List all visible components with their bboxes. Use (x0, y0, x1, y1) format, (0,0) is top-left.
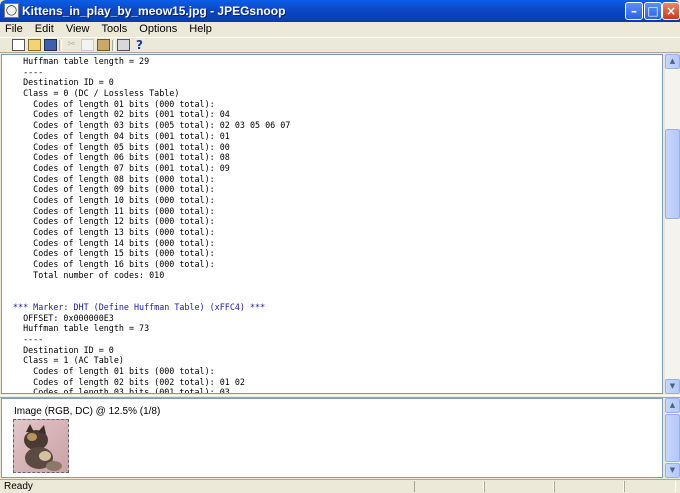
log-line: OFFSET: 0x000000E3 (13, 312, 114, 323)
status-bar: Ready (0, 479, 680, 493)
status-panel (484, 481, 554, 492)
status-panel (624, 481, 676, 492)
log-line: Class = 1 (AC Table) (13, 355, 124, 366)
status-panel (414, 481, 484, 492)
log-line: Codes of length 11 bits (000 total): (13, 205, 215, 216)
log-line: Codes of length 02 bits (002 total): 01 … (13, 376, 245, 387)
log-line: Codes of length 05 bits (001 total): 00 (13, 141, 230, 152)
log-line: Huffman table length = 29 (13, 56, 150, 66)
new-file-icon[interactable] (12, 39, 25, 51)
image-pane-scrollbar[interactable]: ▲ ▼ (664, 398, 680, 478)
kitten-photo (24, 424, 62, 471)
open-folder-icon[interactable] (28, 39, 41, 51)
menu-view[interactable]: View (61, 22, 94, 35)
window-title: Kittens_in_play_by_meow15.jpg - JPEGsnoo… (22, 4, 286, 18)
scroll-thumb[interactable] (665, 414, 680, 462)
menu-options[interactable]: Options (134, 22, 181, 35)
menu-tools[interactable]: Tools (97, 22, 132, 35)
log-line: Codes of length 14 bits (000 total): (13, 237, 215, 248)
log-line: Codes of length 16 bits (000 total): (13, 259, 215, 270)
scroll-down-arrow-icon[interactable]: ▼ (665, 379, 680, 394)
toolbar: ✂ ? (0, 37, 680, 53)
menu-edit[interactable]: Edit (30, 22, 58, 35)
log-line: Codes of length 15 bits (000 total): (13, 248, 215, 259)
print-icon[interactable] (117, 39, 130, 51)
scroll-down-arrow-icon[interactable]: ▼ (665, 463, 680, 478)
image-thumbnail[interactable] (13, 419, 69, 473)
toolbar-separator (59, 40, 62, 51)
log-line: Codes of length 06 bits (001 total): 08 (13, 152, 230, 163)
cut-icon[interactable]: ✂ (65, 39, 78, 51)
maximize-button[interactable]: □ (644, 2, 662, 20)
minimize-button[interactable]: – (625, 2, 643, 20)
title-bar: ◯ Kittens_in_play_by_meow15.jpg - JPEGsn… (0, 0, 680, 22)
app-icon[interactable]: ◯ (4, 3, 19, 18)
image-preview-pane[interactable]: Image (RGB, DC) @ 12.5% (1/8) (1, 398, 663, 478)
close-button[interactable]: × (662, 2, 680, 20)
log-line: Codes of length 09 bits (000 total): (13, 184, 215, 195)
paste-icon[interactable] (97, 39, 110, 51)
status-panel (554, 481, 624, 492)
log-line: Codes of length 12 bits (000 total): (13, 216, 215, 227)
log-scrollbar[interactable]: ▲ ▼ (664, 54, 680, 394)
log-line: Total number of codes: 010 (13, 269, 165, 280)
log-line: Destination ID = 0 (13, 344, 114, 355)
log-line: Codes of length 04 bits (001 total): 01 (13, 130, 230, 141)
log-line: Codes of length 03 bits (005 total): 02 … (13, 120, 291, 131)
menu-file[interactable]: File (0, 22, 27, 35)
copy-icon[interactable] (81, 39, 94, 51)
log-line: Destination ID = 0 (13, 77, 114, 88)
log-output[interactable]: Huffman table length = 29 ---- Destinati… (1, 54, 663, 394)
log-line: Codes of length 01 bits (000 total): (13, 98, 215, 109)
log-text: Huffman table length = 29 ---- Destinati… (2, 55, 662, 394)
save-icon[interactable] (44, 39, 57, 51)
menu-bar: File Edit View Tools Options Help (0, 22, 680, 37)
log-line: Codes of length 02 bits (001 total): 04 (13, 109, 230, 120)
toolbar-separator (112, 40, 115, 51)
log-line: ---- (13, 333, 44, 344)
log-line: Huffman table length = 73 (13, 323, 150, 334)
help-icon[interactable]: ? (133, 39, 146, 51)
log-line: Class = 0 (DC / Lossless Table) (13, 88, 180, 99)
log-line: Codes of length 08 bits (000 total): (13, 173, 215, 184)
status-text: Ready (4, 481, 33, 492)
log-line: Codes of length 03 bits (001 total): 03 (13, 387, 230, 394)
log-line: ---- (13, 66, 44, 77)
log-line: Codes of length 07 bits (001 total): 09 (13, 162, 230, 173)
menu-help[interactable]: Help (184, 22, 216, 35)
scroll-up-arrow-icon[interactable]: ▲ (665, 54, 680, 69)
scroll-thumb[interactable] (665, 129, 680, 219)
log-line: Codes of length 10 bits (000 total): (13, 194, 215, 205)
log-line: Codes of length 01 bits (000 total): (13, 365, 215, 376)
image-pane-label: Image (RGB, DC) @ 12.5% (1/8) (14, 406, 161, 417)
log-marker-line: *** Marker: DHT (Define Huffman Table) (… (13, 301, 266, 312)
log-line: Codes of length 13 bits (000 total): (13, 227, 215, 237)
scroll-up-arrow-icon[interactable]: ▲ (665, 398, 680, 413)
